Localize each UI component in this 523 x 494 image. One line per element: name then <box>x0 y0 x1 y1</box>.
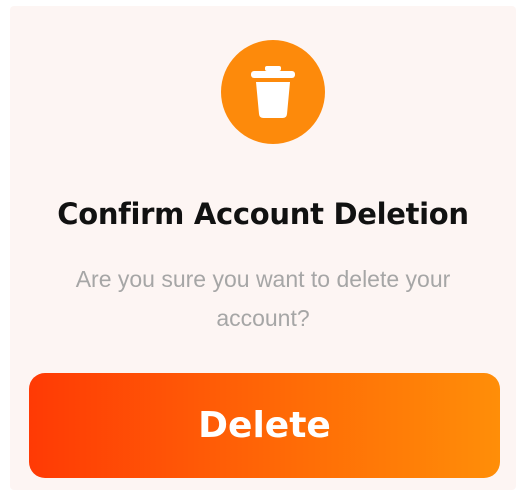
dialog-title: Confirm Account Deletion <box>57 197 469 231</box>
confirm-deletion-dialog: Confirm Account Deletion Are you sure yo… <box>10 6 516 490</box>
dialog-message: Are you sure you want to delete your acc… <box>75 266 451 331</box>
delete-button[interactable]: Delete <box>29 373 500 478</box>
trash-icon <box>251 66 295 118</box>
trash-icon-badge <box>221 40 325 144</box>
